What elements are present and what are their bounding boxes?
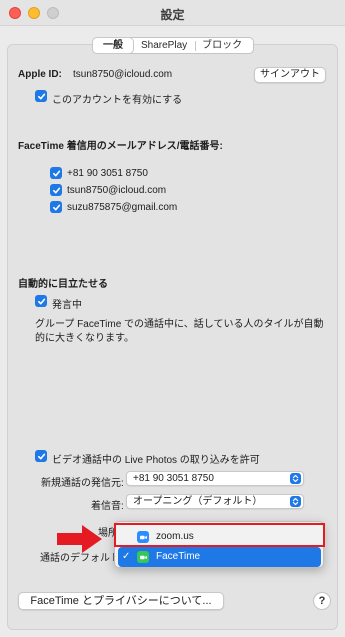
tab-shareplay[interactable]: SharePlay [133,38,195,53]
checkmark-icon [37,93,45,99]
checkmark-icon [37,453,45,459]
reachable-checkbox-phone[interactable] [50,167,62,179]
checkmark-icon: ✓ [122,551,131,562]
speaking-checkbox[interactable] [35,295,47,307]
reachable-item-icloud: tsun8750@icloud.com [67,185,167,196]
enable-account-label: このアカウントを有効にする [52,95,183,106]
chevron-updown-icon [290,496,301,507]
sign-out-button[interactable]: サインアウト [254,67,326,83]
title-bar: 設定 [0,0,345,26]
live-photos-label: ビデオ通話中の Live Photos の取り込みを許可 [52,455,260,466]
prominence-heading: 自動的に目立たせる [18,279,108,290]
prominence-description-line2: 的に大きくなります。 [35,333,134,344]
apple-id-label: Apple ID: [18,69,62,80]
menu-item-facetime[interactable]: ✓ FaceTime [118,547,321,567]
reachable-heading: FaceTime 着信用のメールアドレス/電話番号: [18,141,223,152]
window-title: 設定 [160,8,185,22]
reachable-item-gmail: suzu875875@gmail.com [67,202,178,213]
annotation-highlight-box [114,523,325,547]
tab-block[interactable]: ブロック [196,38,248,53]
facetime-app-icon [137,551,149,563]
enable-account-checkbox[interactable] [35,90,47,102]
chevron-updown-icon [290,473,301,484]
tab-bar: 一般 SharePlay ブロック [92,37,254,54]
tab-general[interactable]: 一般 [93,38,133,53]
checkmark-icon [37,298,45,304]
apple-id-value: tsun8750@icloud.com [73,69,173,80]
reachable-checkbox-gmail[interactable] [50,201,62,213]
checkmark-icon [52,170,60,176]
live-photos-checkbox[interactable] [35,450,47,462]
menu-item-facetime-label: FaceTime [156,551,201,562]
facetime-privacy-button[interactable]: FaceTime とプライバシーについて... [18,592,224,610]
reachable-item-phone: +81 90 3051 8750 [67,168,148,179]
reachable-checkbox-icloud[interactable] [50,184,62,196]
caller-id-value: +81 90 3051 8750 [133,473,214,484]
speaking-label: 発言中 [52,300,82,311]
caller-id-label: 新規通話の発信元: [41,478,124,489]
ringtone-label: 着信音: [91,501,124,512]
ringtone-value: オープニング（デフォルト） [133,496,263,507]
help-button[interactable]: ? [313,592,331,610]
annotation-arrow-icon [57,525,102,553]
ringtone-popup[interactable]: オープニング（デフォルト） [126,494,304,509]
checkmark-icon [52,187,60,193]
caller-id-popup[interactable]: +81 90 3051 8750 [126,471,304,486]
prominence-description-line1: グループ FaceTime での通話中に、話している人のタイルが自動 [35,319,324,330]
checkmark-icon [52,204,60,210]
